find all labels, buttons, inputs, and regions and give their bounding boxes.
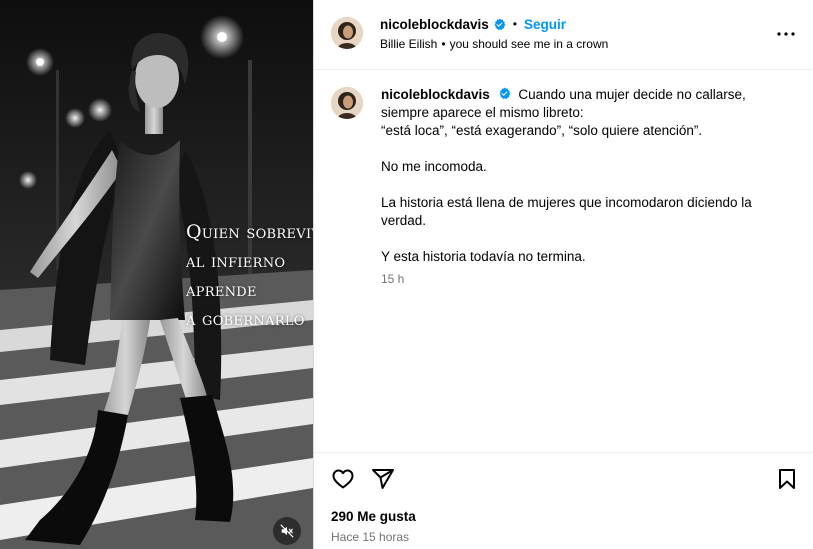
bookmark-icon — [779, 469, 795, 489]
likes-count[interactable]: 290 Me gusta — [331, 509, 416, 524]
music-separator: • — [441, 37, 446, 51]
post-sidebar: nicoleblockdavis • Seguir Billie Eilish … — [314, 0, 813, 549]
speaker-muted-icon — [280, 524, 294, 538]
overlay-line: a gobernarlo — [186, 308, 305, 330]
caption-username[interactable]: nicoleblockdavis — [381, 87, 490, 102]
post-timestamp[interactable]: Hace 15 horas — [331, 530, 409, 544]
caption-quote-line: “está loca”, “está exagerando”, “solo qu… — [381, 123, 703, 138]
follow-button[interactable]: Seguir — [524, 17, 566, 32]
music-artist[interactable]: Billie Eilish — [380, 37, 437, 51]
action-bar: 290 Me gusta Hace 15 horas — [314, 452, 813, 549]
author-username[interactable]: nicoleblockdavis — [380, 17, 489, 32]
avatar-image — [331, 17, 363, 49]
caption-paragraph: No me incomoda. — [381, 159, 487, 174]
music-track[interactable]: you should see me in a crown — [450, 37, 609, 51]
more-options-button[interactable] — [775, 24, 797, 44]
avatar[interactable] — [331, 17, 363, 49]
header-separator: • — [512, 17, 517, 31]
overlay-line: Quien sobrevive — [186, 221, 313, 243]
caption-timestamp[interactable]: 15 h — [381, 272, 404, 286]
heart-icon — [332, 469, 354, 489]
mute-toggle-button[interactable] — [273, 517, 301, 545]
caption-paragraph: La historia está llena de mujeres que in… — [381, 195, 752, 228]
share-button[interactable] — [371, 467, 395, 491]
like-button[interactable] — [331, 467, 355, 491]
post-header: nicoleblockdavis • Seguir Billie Eilish … — [314, 0, 813, 70]
music-info[interactable]: Billie Eilish • you should see me in a c… — [380, 37, 608, 51]
share-icon — [372, 469, 394, 489]
caption-paragraph: Y esta historia todavía no termina. — [381, 249, 586, 264]
caption-section: nicoleblockdavis Cuando una mujer decide… — [314, 71, 813, 452]
save-button[interactable] — [775, 467, 799, 491]
overlay-line: aprende — [186, 279, 257, 301]
avatar-image — [331, 87, 363, 119]
overlay-line: al infierno — [186, 250, 286, 272]
verified-badge-icon — [494, 18, 506, 30]
verified-badge-icon — [499, 87, 510, 100]
media-overlay-caption: Quien sobrevive al infierno aprende a go… — [186, 218, 313, 334]
more-options-icon — [777, 32, 795, 36]
caption-paragraph: nicoleblockdavis Cuando una mujer decide… — [381, 86, 791, 140]
post-caption: nicoleblockdavis Cuando una mujer decide… — [381, 86, 791, 284]
avatar[interactable] — [331, 87, 363, 119]
post-media[interactable]: Quien sobrevive al infierno aprende a go… — [0, 0, 313, 549]
